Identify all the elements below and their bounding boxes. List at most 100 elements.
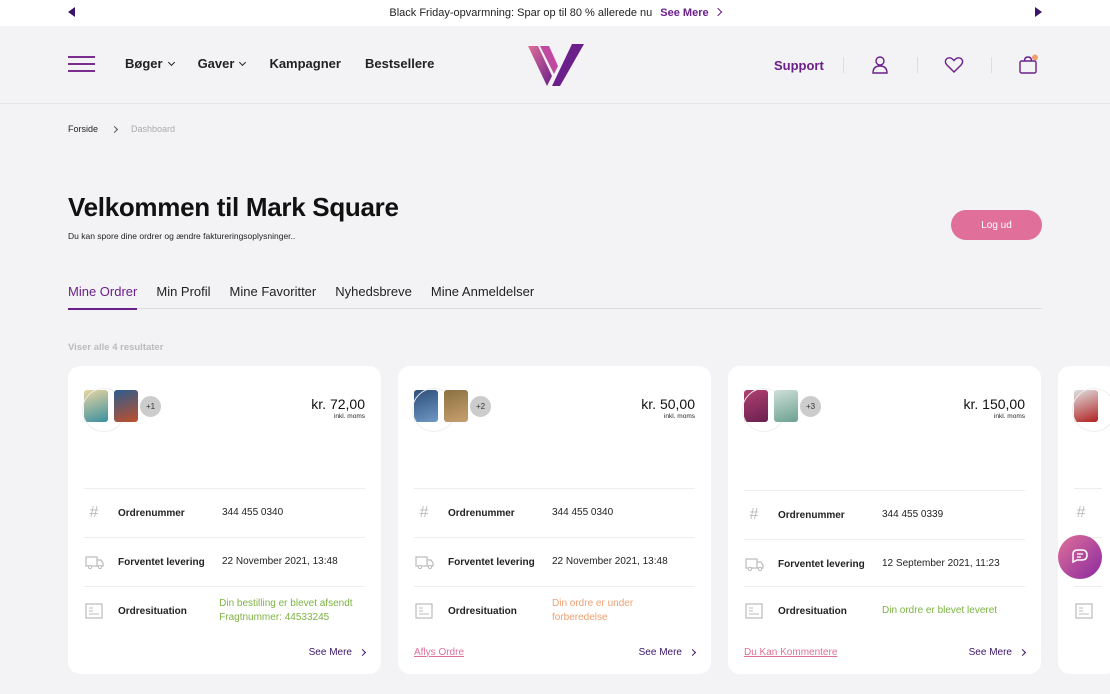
support-link[interactable]: Support [774, 58, 824, 73]
order-price-amount: kr. 72,00 [311, 396, 365, 412]
order-number-row: # [1074, 488, 1102, 537]
breadcrumb-home[interactable]: Forside [68, 124, 98, 134]
see-more-label: See Mere [308, 646, 352, 658]
book-thumbnail [444, 390, 468, 422]
tab-my-profile[interactable]: Min Profil [156, 284, 210, 309]
delivery-truck-icon [414, 552, 434, 572]
results-count: Viser alle 4 resultater [68, 342, 164, 353]
logout-button[interactable]: Log ud [951, 210, 1042, 240]
order-card[interactable]: +1 kr. 72,00 inkl. moms # Ordrenummer 34… [68, 366, 381, 674]
page-subtitle: Du kan spore dine ordrer og ændre faktur… [68, 231, 296, 241]
order-books: +1 [82, 386, 163, 432]
order-number-value: 344 455 0340 [222, 507, 284, 518]
order-number-label: Ordrenummer [778, 509, 845, 521]
status-label: Ordresituation [448, 605, 517, 617]
book-thumbnail [114, 390, 138, 422]
leave-review-link[interactable]: Du Kan Kommentere [744, 647, 837, 658]
breadcrumb: Forside Dashboard [68, 124, 175, 134]
shopping-bag-icon[interactable] [1017, 54, 1039, 76]
book-thumbnail [1072, 388, 1110, 432]
see-more-link[interactable]: See Mere [308, 646, 367, 658]
tab-newsletters[interactable]: Nyhedsbreve [335, 284, 412, 309]
order-price: kr. 50,00 inkl. moms [641, 396, 695, 420]
chat-support-button[interactable] [1058, 535, 1102, 579]
divider [991, 57, 992, 73]
tab-my-orders[interactable]: Mine Ordrer [68, 284, 138, 310]
status-document-icon [414, 601, 434, 621]
see-more-link[interactable]: See Mere [969, 647, 1027, 658]
hamburger-menu-icon[interactable] [68, 56, 95, 74]
order-price-vat: inkl. moms [663, 413, 695, 420]
hash-icon: # [89, 504, 99, 521]
book-thumbnail [774, 390, 798, 422]
chevron-right-icon [358, 648, 367, 656]
breadcrumb-current: Dashboard [131, 124, 176, 134]
next-arrow-icon[interactable] [1035, 7, 1042, 17]
chevron-right-icon [713, 7, 722, 17]
site-header: Bøger Gaver Kampagner Bestsellere Suppor… [0, 26, 1110, 104]
status-value: Din bestilling er blevet afsendt Fragtnu… [219, 598, 353, 623]
card-footer: Aflys Ordre See Mere [414, 644, 697, 660]
hash-icon: # [1076, 504, 1086, 521]
extra-items-badge: +1 [138, 393, 163, 419]
delivery-row: Forventet levering 12 September 2021, 11… [744, 539, 1025, 588]
chevron-right-icon [688, 648, 697, 656]
nav-gifts-label: Gaver [197, 56, 235, 71]
delivery-value: 22 November 2021, 13:48 [222, 556, 338, 567]
account-tabs: Mine Ordrer Min Profil Mine Favoritter N… [68, 284, 1042, 310]
order-card[interactable]: +3 kr. 150,00 inkl. moms # Ordrenummer 3… [728, 366, 1041, 674]
hash-icon: # [749, 506, 759, 523]
divider [917, 57, 918, 73]
status-row: Ordresituation Din ordre er under forber… [414, 586, 695, 635]
chevron-right-icon [1018, 648, 1027, 656]
nav-item-gifts[interactable]: Gaver [197, 56, 247, 71]
delivery-label: Forventet levering [118, 556, 205, 568]
book-thumbnail [82, 388, 126, 432]
delivery-value: 12 September 2021, 11:23 [882, 558, 1000, 569]
prev-arrow-icon[interactable] [68, 7, 75, 17]
see-more-label: See Mere [638, 646, 682, 658]
nav-bestsellers-label: Bestsellere [364, 56, 435, 71]
heart-icon[interactable] [943, 54, 965, 76]
order-card-partial[interactable]: # [1058, 366, 1110, 674]
chevron-down-icon [167, 58, 175, 66]
order-number-row: # Ordrenummer 344 455 0340 [414, 488, 695, 537]
nav-item-books[interactable]: Bøger [125, 56, 175, 71]
status-label: Ordresituation [778, 605, 847, 617]
nav-item-campaigns[interactable]: Kampagner [269, 56, 341, 71]
cancel-order-link[interactable]: Aflys Ordre [414, 647, 464, 658]
delivery-row: Forventet levering 22 November 2021, 13:… [84, 537, 365, 586]
card-footer: See Mere [84, 644, 367, 660]
order-price-vat: inkl. moms [993, 413, 1025, 420]
order-price: kr. 72,00 inkl. moms [311, 396, 365, 420]
promo-text: Black Friday-opvarmning: Spar op til 80 … [389, 7, 653, 19]
delivery-truck-icon [84, 552, 104, 572]
order-price-vat: inkl. moms [333, 413, 365, 420]
order-price-amount: kr. 50,00 [641, 396, 695, 412]
promo-bar: Black Friday-opvarmning: Spar op til 80 … [0, 0, 1110, 26]
tab-my-reviews[interactable]: Mine Anmeldelser [431, 284, 534, 309]
nav-item-bestsellers[interactable]: Bestsellere [365, 56, 434, 71]
delivery-row: Forventet levering 22 November 2021, 13:… [414, 537, 695, 586]
extra-items-badge: +2 [468, 393, 493, 419]
delivery-truck-icon [744, 554, 764, 574]
promo-see-more-link[interactable]: See Mere [660, 7, 722, 19]
order-card[interactable]: +2 kr. 50,00 inkl. moms # Ordrenummer 34… [398, 366, 711, 674]
order-number-value: 344 455 0339 [882, 509, 944, 520]
brand-logo[interactable] [526, 42, 586, 88]
order-number-row: # Ordrenummer 344 455 0340 [84, 488, 365, 537]
user-icon[interactable] [869, 54, 891, 76]
see-more-link[interactable]: See Mere [638, 646, 697, 658]
hash-icon: # [419, 504, 429, 521]
chat-icon [1072, 549, 1088, 564]
status-value: Din ordre er under forberedelse [552, 598, 634, 623]
order-books [1072, 386, 1110, 432]
promo-see-more-label: See Mere [660, 7, 709, 19]
status-row: Ordresituation Din ordre er blevet lever… [744, 586, 1025, 635]
order-number-value: 344 455 0340 [552, 507, 614, 518]
order-number-label: Ordrenummer [448, 507, 515, 519]
extra-items-badge: +3 [798, 393, 823, 419]
book-thumbnail [412, 388, 456, 432]
delivery-label: Forventet levering [448, 556, 535, 568]
tab-my-favorites[interactable]: Mine Favoritter [230, 284, 317, 309]
